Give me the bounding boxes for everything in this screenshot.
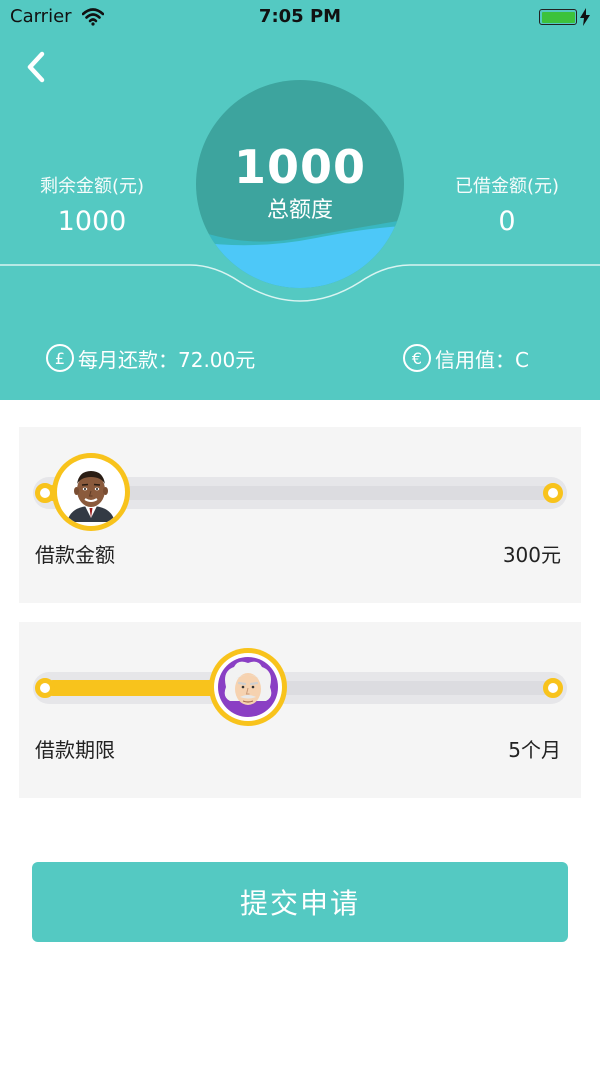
total-credit-gauge: 1000 总额度 [196, 80, 404, 288]
loan-term-slider-thumb[interactable] [209, 648, 288, 726]
submit-application-button[interactable]: 提交申请 [32, 862, 568, 942]
borrowed-amount: 已借金额(元) 0 [407, 172, 600, 237]
header: Carrier 7:05 PM 剩余金额(元) 1000 已借金额(元) 0 1… [0, 0, 600, 400]
remaining-amount: 剩余金额(元) 1000 [0, 172, 192, 237]
loan-term-label: 借款期限 [35, 738, 115, 762]
loan-term-value: 5个月 [508, 738, 561, 762]
slider-max-dot [543, 483, 563, 503]
euro-icon: € [403, 344, 431, 372]
slider-max-dot [543, 678, 563, 698]
remaining-amount-value: 1000 [57, 206, 127, 237]
charging-icon [580, 8, 590, 26]
gauge-amount: 1000 [233, 140, 367, 194]
loan-term-card: 借款期限 5个月 [19, 622, 581, 798]
loan-amount-value: 300元 [502, 543, 561, 567]
borrowed-amount-value: 0 [498, 206, 516, 237]
monthly-payment: £ 每月还款：72.00元 [46, 343, 255, 373]
obama-avatar [56, 458, 125, 526]
back-button[interactable] [20, 48, 54, 86]
einstein-avatar [214, 653, 283, 721]
slider-min-dot [35, 678, 55, 698]
credit-score-text: 信用值：C [435, 347, 529, 372]
loan-amount-card: 借款金额 300元 [19, 427, 581, 603]
loan-amount-label: 借款金额 [35, 543, 115, 567]
loan-amount-slider-thumb[interactable] [51, 453, 130, 531]
loan-page: Carrier 7:05 PM 剩余金额(元) 1000 已借金额(元) 0 1… [0, 0, 600, 1067]
chevron-left-icon [27, 51, 45, 83]
borrowed-amount-label: 已借金额(元) [454, 176, 560, 197]
status-bar: Carrier 7:05 PM [0, 0, 600, 34]
pound-icon: £ [46, 344, 74, 372]
credit-score: € 信用值：C [403, 343, 529, 373]
battery-icon [539, 9, 577, 25]
clock: 7:05 PM [258, 6, 342, 27]
gauge-label: 总额度 [266, 198, 333, 223]
gauge-wave-front [196, 226, 404, 288]
monthly-payment-text: 每月还款：72.00元 [78, 347, 256, 372]
remaining-amount-label: 剩余金额(元) [39, 176, 145, 197]
